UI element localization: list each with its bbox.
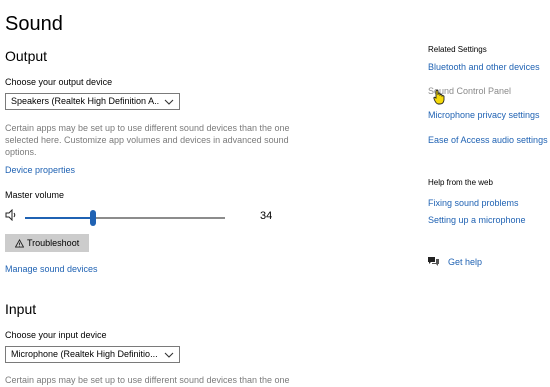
master-volume-slider[interactable] bbox=[25, 210, 225, 226]
output-device-label: Choose your output device bbox=[5, 77, 113, 87]
output-device-value: Speakers (Realtek High Definition A... bbox=[11, 96, 159, 106]
chevron-down-icon bbox=[164, 99, 174, 105]
input-device-value: Microphone (Realtek High Definitio... bbox=[11, 349, 158, 359]
troubleshoot-label: Troubleshoot bbox=[27, 238, 80, 248]
slider-fill bbox=[25, 217, 93, 219]
speaker-icon[interactable] bbox=[5, 209, 19, 221]
ease-of-access-audio-link[interactable]: Ease of Access audio settings bbox=[428, 134, 548, 146]
manage-sound-devices-link[interactable]: Manage sound devices bbox=[5, 263, 98, 275]
troubleshoot-button[interactable]: Troubleshoot bbox=[5, 234, 89, 252]
slider-thumb[interactable] bbox=[90, 210, 96, 226]
bluetooth-devices-link[interactable]: Bluetooth and other devices bbox=[428, 61, 540, 73]
output-device-select[interactable]: Speakers (Realtek High Definition A... bbox=[5, 93, 180, 110]
input-device-label: Choose your input device bbox=[5, 330, 107, 340]
output-description: Certain apps may be set up to use differ… bbox=[5, 123, 290, 157]
chat-help-icon bbox=[428, 257, 439, 266]
device-properties-link[interactable]: Device properties bbox=[5, 164, 75, 176]
setting-up-microphone-link[interactable]: Setting up a microphone bbox=[428, 214, 526, 226]
volume-value: 34 bbox=[260, 210, 273, 222]
fixing-sound-problems-link[interactable]: Fixing sound problems bbox=[428, 197, 519, 209]
warning-icon bbox=[14, 238, 25, 248]
hand-cursor-icon bbox=[433, 89, 445, 105]
related-settings-heading: Related Settings bbox=[428, 45, 487, 54]
get-help-link[interactable]: Get help bbox=[448, 256, 482, 268]
chevron-down-icon bbox=[164, 352, 174, 358]
microphone-privacy-link[interactable]: Microphone privacy settings bbox=[428, 109, 540, 121]
help-heading: Help from the web bbox=[428, 178, 493, 187]
master-volume-label: Master volume bbox=[5, 190, 65, 200]
input-heading: Input bbox=[5, 301, 37, 317]
input-description: Certain apps may be set up to use differ… bbox=[5, 375, 290, 385]
input-device-select[interactable]: Microphone (Realtek High Definitio... bbox=[5, 346, 180, 363]
output-heading: Output bbox=[5, 48, 48, 64]
page-title: Sound bbox=[5, 13, 63, 35]
